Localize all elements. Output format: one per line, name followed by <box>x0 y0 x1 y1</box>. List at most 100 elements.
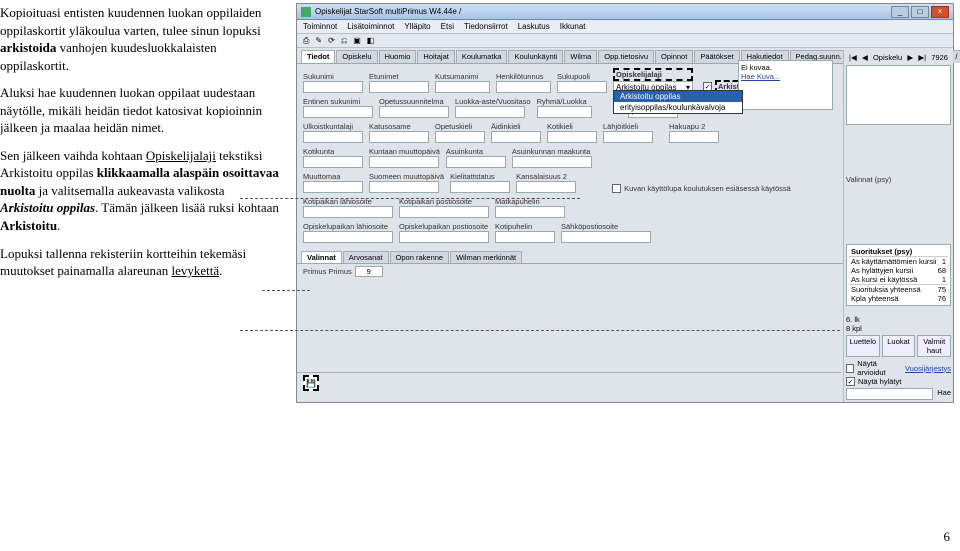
menu-item[interactable]: Ikkunat <box>560 22 586 31</box>
input[interactable] <box>450 181 510 193</box>
para-1: Kopioituasi entisten kuudennen luokan op… <box>0 4 280 74</box>
tab[interactable]: Päätökset <box>694 50 739 63</box>
nav-last[interactable]: ▶| <box>918 53 926 62</box>
input[interactable] <box>669 131 719 143</box>
toolbar-icon[interactable]: ✎ <box>315 36 322 45</box>
titlebar: Opiskelijat StarSoft multiPrimus W4.44e … <box>297 4 953 20</box>
input-sp[interactable] <box>557 81 607 93</box>
toolbar-icon[interactable]: ▣ <box>353 36 361 45</box>
stat-value: 1 <box>942 257 946 266</box>
toolbar-icon[interactable]: ⎙ <box>303 36 309 46</box>
input[interactable] <box>303 156 363 168</box>
tab[interactable]: Huomio <box>379 50 417 63</box>
stat-label: Kpla yhteensä <box>851 294 899 303</box>
label: Kuvan käyttölupa koulutuksen esiäsessä k… <box>624 184 791 193</box>
opiskelijalaji-dropdown[interactable]: Arkistoitu oppilas erityisoppilas/koulun… <box>613 90 743 114</box>
minimize-button[interactable]: _ <box>891 6 909 18</box>
toolbar-icon[interactable]: ⎌ <box>341 36 347 46</box>
subtab[interactable]: Opon rakenne <box>390 251 450 263</box>
stat-value: 1 <box>942 275 946 284</box>
label: Äidinkieli <box>491 122 541 131</box>
rp-valinnat: Valinnat (psy) <box>846 175 951 184</box>
tab-tiedot[interactable]: Tiedot <box>301 50 335 63</box>
input[interactable] <box>369 131 429 143</box>
input-hetu[interactable] <box>496 81 551 93</box>
input[interactable] <box>547 131 597 143</box>
input-sukunimi[interactable] <box>303 81 363 93</box>
tab[interactable]: Opiskelu <box>336 50 377 63</box>
rp-info-6lk: 6. lk <box>846 315 951 324</box>
kuvan-kaytto-checkbox[interactable] <box>612 184 621 193</box>
tab[interactable]: Hoitajat <box>417 50 454 63</box>
input[interactable] <box>561 231 651 243</box>
menubar: Toiminnot Lisätoiminnot Ylläpito Etsi Ti… <box>297 20 953 34</box>
cb-arvioidut[interactable] <box>846 364 854 373</box>
input[interactable] <box>491 131 541 143</box>
tab[interactable]: Opinnot <box>655 50 693 63</box>
menu-item[interactable]: Tiedonsiirrot <box>464 22 508 31</box>
primus-value[interactable]: 9 <box>355 266 383 277</box>
label: Lähjöitkieli <box>603 122 653 131</box>
nav-pos: 7926 <box>931 53 948 62</box>
label-kutsumanimi: Kutsumanimi <box>435 72 490 81</box>
dropdown-option[interactable]: erityisoppilas/koulunkävalvoja <box>614 102 742 113</box>
menu-item[interactable]: Laskutus <box>518 22 550 31</box>
input[interactable] <box>303 181 363 193</box>
tab[interactable]: Koulumatka <box>456 50 508 63</box>
btn-luettelo[interactable]: Luettelo <box>846 335 880 357</box>
input-kutsumanimi[interactable] <box>435 81 490 93</box>
hae-kuva-link[interactable]: Hae Kuva... <box>741 72 830 81</box>
cb-hylatyt[interactable]: ✓ <box>846 377 855 386</box>
subtab[interactable]: Valinnat <box>301 251 342 263</box>
hae-button[interactable]: Hae <box>937 388 951 400</box>
vuosijarjestys-link[interactable]: Vuosijärjestys <box>905 364 951 373</box>
close-button[interactable]: × <box>931 6 949 18</box>
rp-list[interactable] <box>846 65 951 125</box>
cb-label: Näytä arvioidut <box>857 359 902 377</box>
menu-item[interactable]: Lisätoiminnot <box>347 22 394 31</box>
menu-item[interactable]: Ylläpito <box>404 22 430 31</box>
input[interactable] <box>516 181 576 193</box>
nav-next[interactable]: ▶ <box>907 53 913 62</box>
input[interactable] <box>303 231 393 243</box>
input[interactable] <box>379 106 449 118</box>
input[interactable] <box>495 206 565 218</box>
tab[interactable]: Wilma <box>564 50 597 63</box>
input[interactable] <box>303 131 363 143</box>
app-window: Opiskelijat StarSoft multiPrimus W4.44e … <box>296 3 954 403</box>
dropdown-option[interactable]: Arkistoitu oppilas <box>614 91 742 102</box>
pikahaku-input[interactable] <box>846 388 933 400</box>
menu-item[interactable]: Etsi <box>441 22 454 31</box>
input[interactable] <box>537 106 592 118</box>
input[interactable] <box>369 181 439 193</box>
btn-valmiit[interactable]: Valmiit haut <box>917 335 951 357</box>
para-3: Sen jälkeen vaihda kohtaan Opiskelijalaj… <box>0 147 280 235</box>
toolbar-icon[interactable]: ◧ <box>367 36 375 45</box>
input[interactable] <box>603 131 653 143</box>
tab[interactable]: Koulunkäynti <box>508 50 563 63</box>
input[interactable] <box>303 106 373 118</box>
subtab[interactable]: Arvosanat <box>343 251 389 263</box>
menu-item[interactable]: Toiminnot <box>303 22 337 31</box>
save-disk-icon[interactable]: 💾 <box>303 375 319 391</box>
subtab[interactable]: Wilman merkinnät <box>450 251 522 263</box>
input[interactable] <box>455 106 525 118</box>
input[interactable] <box>303 206 393 218</box>
input[interactable] <box>399 206 489 218</box>
input-etunimet[interactable] <box>369 81 429 93</box>
input[interactable] <box>446 156 506 168</box>
input[interactable] <box>495 231 555 243</box>
input[interactable] <box>512 156 592 168</box>
btn-luokat[interactable]: Luokat <box>882 335 916 357</box>
input[interactable] <box>399 231 489 243</box>
nav-first[interactable]: |◀ <box>849 53 857 62</box>
tab[interactable]: Opp.tietosivu <box>598 50 654 63</box>
cb-label: Näytä hylätyt <box>858 377 901 386</box>
toolbar-icon[interactable]: ⟳ <box>328 36 335 45</box>
connector-line <box>240 198 580 199</box>
label: Muuttomaa <box>303 172 363 181</box>
nav-prev[interactable]: ◀ <box>862 53 868 62</box>
maximize-button[interactable]: □ <box>911 6 929 18</box>
input[interactable] <box>435 131 485 143</box>
input[interactable] <box>369 156 439 168</box>
